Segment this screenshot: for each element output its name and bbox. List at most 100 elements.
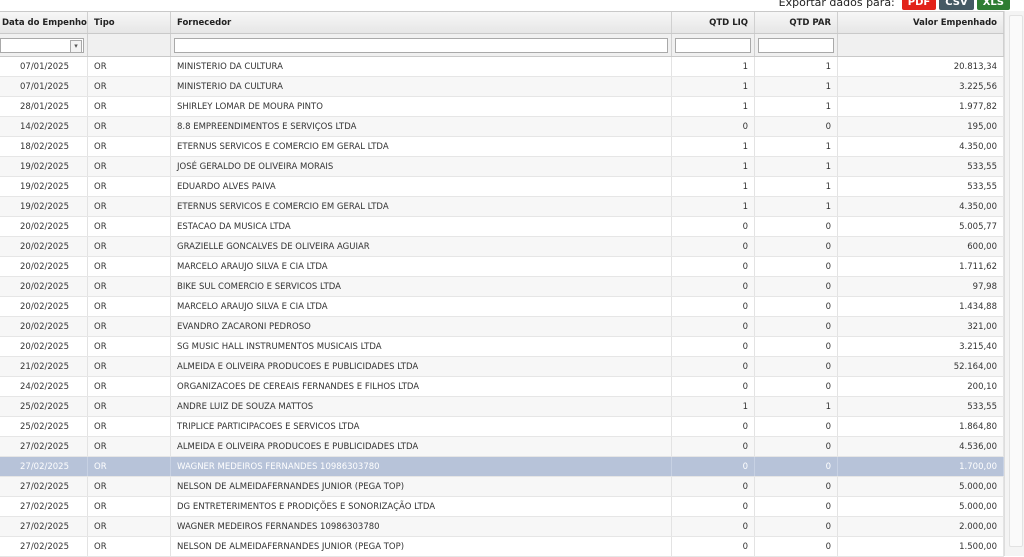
cell-qtd-liq: 1 bbox=[672, 57, 755, 76]
cell-qtd-par: 0 bbox=[755, 257, 838, 276]
cell-qtd-par: 0 bbox=[755, 437, 838, 456]
cell-fornecedor: JOSÉ GERALDO DE OLIVEIRA MORAIS bbox=[171, 157, 672, 176]
scrollbar-thumb[interactable] bbox=[1009, 15, 1023, 547]
cell-valor: 97,98 bbox=[838, 277, 1004, 296]
cell-valor: 533,55 bbox=[838, 397, 1004, 416]
cell-tipo: OR bbox=[88, 457, 171, 476]
cell-qtd-liq: 0 bbox=[672, 277, 755, 296]
cell-qtd-liq: 1 bbox=[672, 157, 755, 176]
table-row[interactable]: 27/02/2025 OR WAGNER MEDEIROS FERNANDES 10… bbox=[0, 517, 1004, 537]
cell-tipo: OR bbox=[88, 437, 171, 456]
cell-qtd-par: 1 bbox=[755, 177, 838, 196]
cell-qtd-liq: 1 bbox=[672, 197, 755, 216]
table-row[interactable]: 27/02/2025 OR NELSON DE ALMEIDAFERNANDES J… bbox=[0, 537, 1004, 557]
valor-filter-cell bbox=[838, 34, 1004, 56]
table-row[interactable]: 19/02/2025 OR EDUARDO ALVES PAIVA 1 1 533,55 bbox=[0, 177, 1004, 197]
export-pdf-button[interactable]: PDF bbox=[901, 0, 937, 10]
table-row[interactable]: 07/01/2025 OR MINISTERIO DA CULTURA 1 1 3.225… bbox=[0, 77, 1004, 97]
cell-valor: 20.813,34 bbox=[838, 57, 1004, 76]
cell-qtd-par: 0 bbox=[755, 537, 838, 556]
cell-date: 18/02/2025 bbox=[0, 137, 88, 156]
table-row[interactable]: 20/02/2025 OR MARCELO ARAUJO SILVA E CIA L… bbox=[0, 297, 1004, 317]
header-fornecedor[interactable]: Fornecedor bbox=[171, 12, 672, 33]
cell-qtd-liq: 0 bbox=[672, 437, 755, 456]
table-row[interactable]: 20/02/2025 OR MARCELO ARAUJO SILVA E CIA L… bbox=[0, 257, 1004, 277]
cell-qtd-par: 0 bbox=[755, 277, 838, 296]
header-qtd-liq[interactable]: QTD LIQ bbox=[672, 12, 755, 33]
table-row[interactable]: 20/02/2025 OR GRAZIELLE GONCALVES DE OLIVE… bbox=[0, 237, 1004, 257]
cell-fornecedor: WAGNER MEDEIROS FERNANDES 10986303780 bbox=[171, 517, 672, 536]
cell-fornecedor: WAGNER MEDEIROS FERNANDES 10986303780 bbox=[171, 457, 672, 476]
cell-qtd-par: 1 bbox=[755, 97, 838, 116]
cell-date: 27/02/2025 bbox=[0, 477, 88, 496]
cell-qtd-liq: 1 bbox=[672, 177, 755, 196]
export-csv-button[interactable]: CSV bbox=[939, 0, 974, 10]
qtd-par-filter-input[interactable] bbox=[758, 37, 834, 53]
grid-header: Data do Empenho Tipo Fornecedor QTD LIQ … bbox=[0, 12, 1004, 34]
cell-qtd-liq: 1 bbox=[672, 97, 755, 116]
cell-tipo: OR bbox=[88, 217, 171, 236]
table-row[interactable]: 27/02/2025 OR WAGNER MEDEIROS FERNANDES 10… bbox=[0, 457, 1004, 477]
cell-qtd-par: 0 bbox=[755, 357, 838, 376]
cell-tipo: OR bbox=[88, 177, 171, 196]
cell-qtd-par: 1 bbox=[755, 157, 838, 176]
cell-qtd-par: 1 bbox=[755, 397, 838, 416]
cell-qtd-par: 0 bbox=[755, 417, 838, 436]
cell-tipo: OR bbox=[88, 517, 171, 536]
cell-tipo: OR bbox=[88, 77, 171, 96]
table-row[interactable]: 21/02/2025 OR ALMEIDA E OLIVEIRA PRODUCOES… bbox=[0, 357, 1004, 377]
vertical-scrollbar[interactable] bbox=[1004, 11, 1024, 556]
cell-tipo: OR bbox=[88, 97, 171, 116]
table-row[interactable]: 07/01/2025 OR MINISTERIO DA CULTURA 1 1 20.81… bbox=[0, 57, 1004, 77]
export-xls-button[interactable]: XLS bbox=[976, 0, 1010, 10]
chevron-down-icon[interactable]: ▾ bbox=[70, 39, 82, 53]
table-row[interactable]: 19/02/2025 OR ETERNUS SERVICOS E COMERCIO … bbox=[0, 197, 1004, 217]
table-row[interactable]: 24/02/2025 OR ORGANIZACOES DE CEREAIS FERN… bbox=[0, 377, 1004, 397]
header-date[interactable]: Data do Empenho bbox=[0, 12, 88, 33]
cell-fornecedor: ETERNUS SERVICOS E COMERCIO EM GERAL LTD… bbox=[171, 137, 672, 156]
table-row[interactable]: 18/02/2025 OR ETERNUS SERVICOS E COMERCIO … bbox=[0, 137, 1004, 157]
cell-valor: 1.500,00 bbox=[838, 537, 1004, 556]
header-tipo[interactable]: Tipo bbox=[88, 12, 171, 33]
cell-date: 20/02/2025 bbox=[0, 277, 88, 296]
cell-valor: 5.000,00 bbox=[838, 497, 1004, 516]
cell-qtd-par: 0 bbox=[755, 237, 838, 256]
header-qtd-par[interactable]: QTD PAR bbox=[755, 12, 838, 33]
cell-tipo: OR bbox=[88, 317, 171, 336]
cell-valor: 1.864,80 bbox=[838, 417, 1004, 436]
cell-valor: 200,10 bbox=[838, 377, 1004, 396]
date-filter-select[interactable]: ▾ bbox=[0, 37, 84, 53]
table-row[interactable]: 19/02/2025 OR JOSÉ GERALDO DE OLIVEIRA MOR… bbox=[0, 157, 1004, 177]
cell-fornecedor: GRAZIELLE GONCALVES DE OLIVEIRA AGUIAR bbox=[171, 237, 672, 256]
table-row[interactable]: 27/02/2025 OR NELSON DE ALMEIDAFERNANDES J… bbox=[0, 477, 1004, 497]
cell-fornecedor: EDUARDO ALVES PAIVA bbox=[171, 177, 672, 196]
cell-fornecedor: ESTACAO DA MUSICA LTDA bbox=[171, 217, 672, 236]
cell-qtd-liq: 0 bbox=[672, 457, 755, 476]
header-valor[interactable]: Valor Empenhado bbox=[838, 12, 1004, 33]
cell-fornecedor: TRIPLICE PARTICIPACOES E SERVICOS LTDA bbox=[171, 417, 672, 436]
cell-date: 27/02/2025 bbox=[0, 497, 88, 516]
cell-tipo: OR bbox=[88, 257, 171, 276]
qtd-liq-filter-input[interactable] bbox=[675, 37, 751, 53]
cell-date: 25/02/2025 bbox=[0, 397, 88, 416]
table-row[interactable]: 20/02/2025 OR SG MUSIC HALL INSTRUMENTOS M… bbox=[0, 337, 1004, 357]
cell-date: 28/01/2025 bbox=[0, 97, 88, 116]
table-row[interactable]: 20/02/2025 OR BIKE SUL COMERCIO E SERVICOS… bbox=[0, 277, 1004, 297]
table-row[interactable]: 27/02/2025 OR ALMEIDA E OLIVEIRA PRODUCOES… bbox=[0, 437, 1004, 457]
cell-date: 25/02/2025 bbox=[0, 417, 88, 436]
cell-fornecedor: ORGANIZACOES DE CEREAIS FERNANDES E FILH… bbox=[171, 377, 672, 396]
table-row[interactable]: 28/01/2025 OR SHIRLEY LOMAR DE MOURA PINTO… bbox=[0, 97, 1004, 117]
table-row[interactable]: 27/02/2025 OR DG ENTRETERIMENTOS E PRODIÇÕ… bbox=[0, 497, 1004, 517]
table-row[interactable]: 14/02/2025 OR 8.8 EMPREENDIMENTOS E SERVIÇ… bbox=[0, 117, 1004, 137]
cell-fornecedor: NELSON DE ALMEIDAFERNANDES JUNIOR (PEGA … bbox=[171, 477, 672, 496]
cell-qtd-par: 0 bbox=[755, 497, 838, 516]
cell-date: 21/02/2025 bbox=[0, 357, 88, 376]
table-row[interactable]: 20/02/2025 OR ESTACAO DA MUSICA LTDA 0 0 5.00… bbox=[0, 217, 1004, 237]
table-row[interactable]: 25/02/2025 OR ANDRE LUIZ DE SOUZA MATTOS 1 1… bbox=[0, 397, 1004, 417]
table-row[interactable]: 25/02/2025 OR TRIPLICE PARTICIPACOES E SER… bbox=[0, 417, 1004, 437]
cell-qtd-liq: 0 bbox=[672, 477, 755, 496]
filter-row: ▾ bbox=[0, 34, 1004, 57]
cell-date: 20/02/2025 bbox=[0, 317, 88, 336]
fornecedor-filter-input[interactable] bbox=[174, 37, 668, 53]
table-row[interactable]: 20/02/2025 OR EVANDRO ZACARONI PEDROSO 0 0 32… bbox=[0, 317, 1004, 337]
